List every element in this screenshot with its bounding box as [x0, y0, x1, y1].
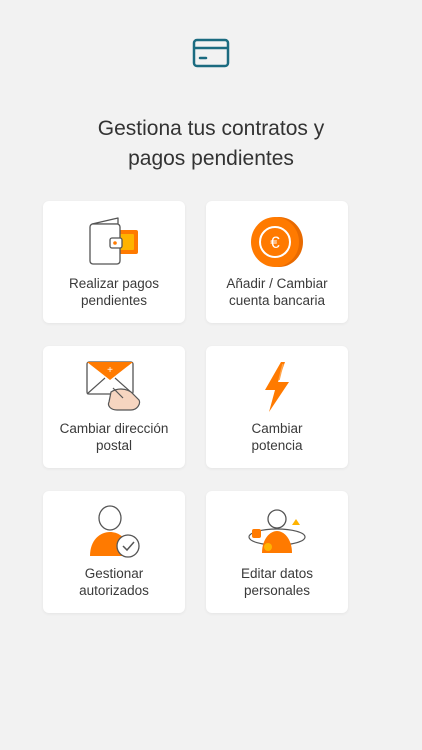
bank-account-button[interactable]: € Añadir / Cambiar cuenta bancaria [206, 201, 348, 323]
pay-pending-label: Realizar pagos pendientes [68, 276, 160, 308]
page-title: Gestiona tus contratos y pagos pendiente… [0, 114, 422, 174]
euro-coin-icon: € [251, 217, 303, 267]
lightning-bolt-icon [265, 362, 289, 412]
credit-card-icon [192, 38, 230, 68]
postal-address-button[interactable]: + Cambiar dirección postal [43, 346, 185, 468]
edit-personal-data-button[interactable]: Editar datos personales [206, 491, 348, 613]
page-title-line1: Gestiona tus contratos y [97, 117, 325, 140]
svg-text:€: € [270, 233, 280, 252]
contracts-page: Gestiona tus contratos y pagos pendiente… [0, 0, 422, 750]
authorized-user-icon [90, 505, 140, 558]
change-power-button[interactable]: Cambiar potencia [206, 346, 348, 468]
wallet-icon [89, 217, 138, 265]
change-power-label: Cambiar potencia [251, 421, 303, 453]
pay-pending-button[interactable]: Realizar pagos pendientes [43, 201, 185, 323]
edit-personal-data-label: Editar datos personales [240, 566, 314, 598]
svg-text:+: + [107, 365, 113, 376]
page-title-line2: pagos pendientes [128, 147, 294, 170]
personal-data-user-icon [248, 509, 306, 553]
bank-account-label: Añadir / Cambiar cuenta bancaria [226, 276, 328, 308]
manage-authorized-label: Gestionar autorizados [79, 566, 149, 598]
envelope-hand-icon: + [86, 361, 141, 411]
postal-address-label: Cambiar dirección postal [59, 421, 169, 453]
manage-authorized-button[interactable]: Gestionar autorizados [43, 491, 185, 613]
